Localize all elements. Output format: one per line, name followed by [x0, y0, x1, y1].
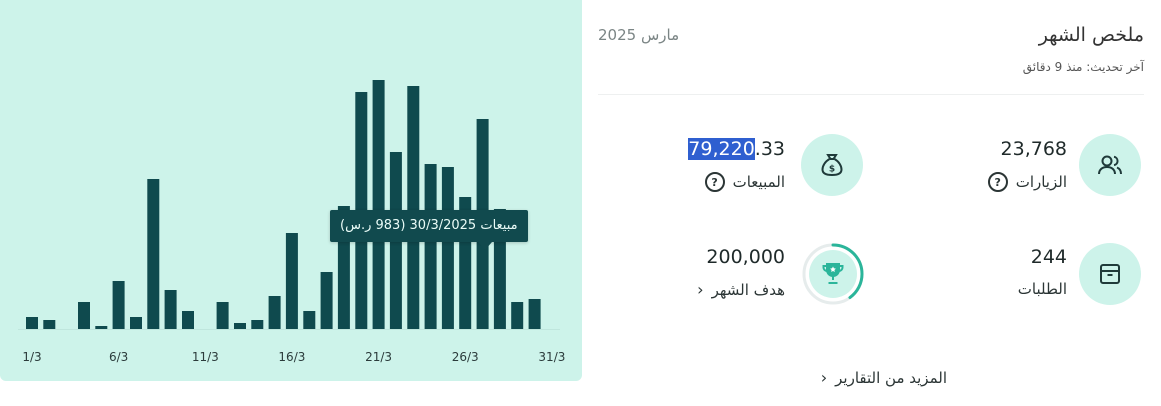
chart-bar[interactable] [130, 317, 142, 329]
chart-bar[interactable] [43, 320, 56, 329]
divider [598, 94, 1144, 95]
sales-bar-chart: 1/3 6/3 11/3 16/3 21/3 26/3 31/3 [18, 80, 565, 364]
chart-bar[interactable] [407, 86, 420, 329]
chart-bar[interactable] [441, 167, 454, 329]
users-icon [1079, 134, 1141, 196]
summary-period: مارس 2025 [598, 26, 680, 44]
chart-bar[interactable] [511, 302, 524, 329]
sales-value-selected: 79,220 [688, 138, 755, 160]
month-summary: ملخص الشهر مارس 2025 آخر تحديث: منذ 9 دق… [598, 0, 1161, 406]
summary-title: ملخص الشهر [1038, 24, 1144, 46]
more-reports-link[interactable]: المزيد من التقارير ‹ [821, 368, 947, 387]
x-tick-label: 6/3 [109, 350, 128, 364]
money-bag-icon: $ [801, 134, 863, 196]
chart-bar[interactable] [95, 326, 108, 329]
goal-value: 200,000 [706, 246, 785, 268]
orders-value: 244 [1030, 246, 1067, 268]
sales-value: 79,220.33 [688, 138, 785, 160]
x-tick-label: 11/3 [192, 350, 219, 364]
chart-bar[interactable] [164, 290, 177, 329]
box-icon [1079, 243, 1141, 305]
svg-text:$: $ [829, 165, 835, 175]
x-tick-label: 16/3 [278, 350, 305, 364]
chart-bar[interactable] [372, 80, 385, 329]
chart-bar[interactable] [112, 281, 125, 329]
chart-bar[interactable] [251, 320, 264, 329]
chart-bar[interactable] [182, 311, 194, 329]
goal-label-text: هدف الشهر [711, 280, 785, 299]
chart-bar[interactable] [303, 311, 316, 329]
chart-tooltip: مبيعات 30/3/2025 (983 ر.س) [330, 210, 528, 250]
visits-value: 23,768 [1000, 138, 1067, 160]
chart-bar[interactable] [268, 296, 281, 329]
sales-label: المبيعات ? [704, 172, 785, 192]
chart-bar[interactable] [147, 179, 160, 329]
chart-bar[interactable] [424, 164, 437, 329]
chart-bar[interactable] [528, 299, 541, 329]
visits-label: الزيارات ? [987, 172, 1067, 192]
last-updated-text: آخر تحديث: منذ 9 دقائق [1022, 60, 1144, 74]
orders-label: الطلبات [1017, 280, 1067, 298]
x-tick-label: 26/3 [452, 350, 479, 364]
chart-bar[interactable] [285, 233, 298, 329]
tooltip-arrow [477, 242, 492, 250]
chevron-left-icon: ‹ [697, 280, 704, 299]
visits-label-text: الزيارات [1015, 173, 1067, 191]
tooltip-text: مبيعات 30/3/2025 (983 ر.س) [340, 218, 518, 233]
chart-bar[interactable] [216, 302, 229, 329]
goal-progress-ring [801, 242, 865, 306]
sales-value-decimals: .33 [754, 138, 785, 160]
sales-chart-panel: 1/3 6/3 11/3 16/3 21/3 26/3 31/3 مبيعات 30/3/2… [0, 0, 582, 381]
sales-help-icon[interactable]: ? [704, 172, 725, 192]
trophy-icon [809, 250, 857, 298]
x-tick-label: 31/3 [538, 350, 565, 364]
chart-bar[interactable] [26, 317, 38, 329]
chart-bar[interactable] [320, 272, 333, 329]
more-reports-text: المزيد من التقارير [835, 368, 947, 387]
chart-bar[interactable] [78, 302, 90, 329]
x-tick-label: 21/3 [365, 350, 392, 364]
goal-link[interactable]: هدف الشهر ‹ [697, 280, 785, 299]
chevron-left-icon: ‹ [820, 368, 828, 387]
sales-label-text: المبيعات [732, 173, 785, 191]
visits-help-icon[interactable]: ? [987, 172, 1008, 192]
x-tick-label: 1/3 [22, 350, 41, 364]
chart-bar[interactable] [234, 323, 246, 329]
